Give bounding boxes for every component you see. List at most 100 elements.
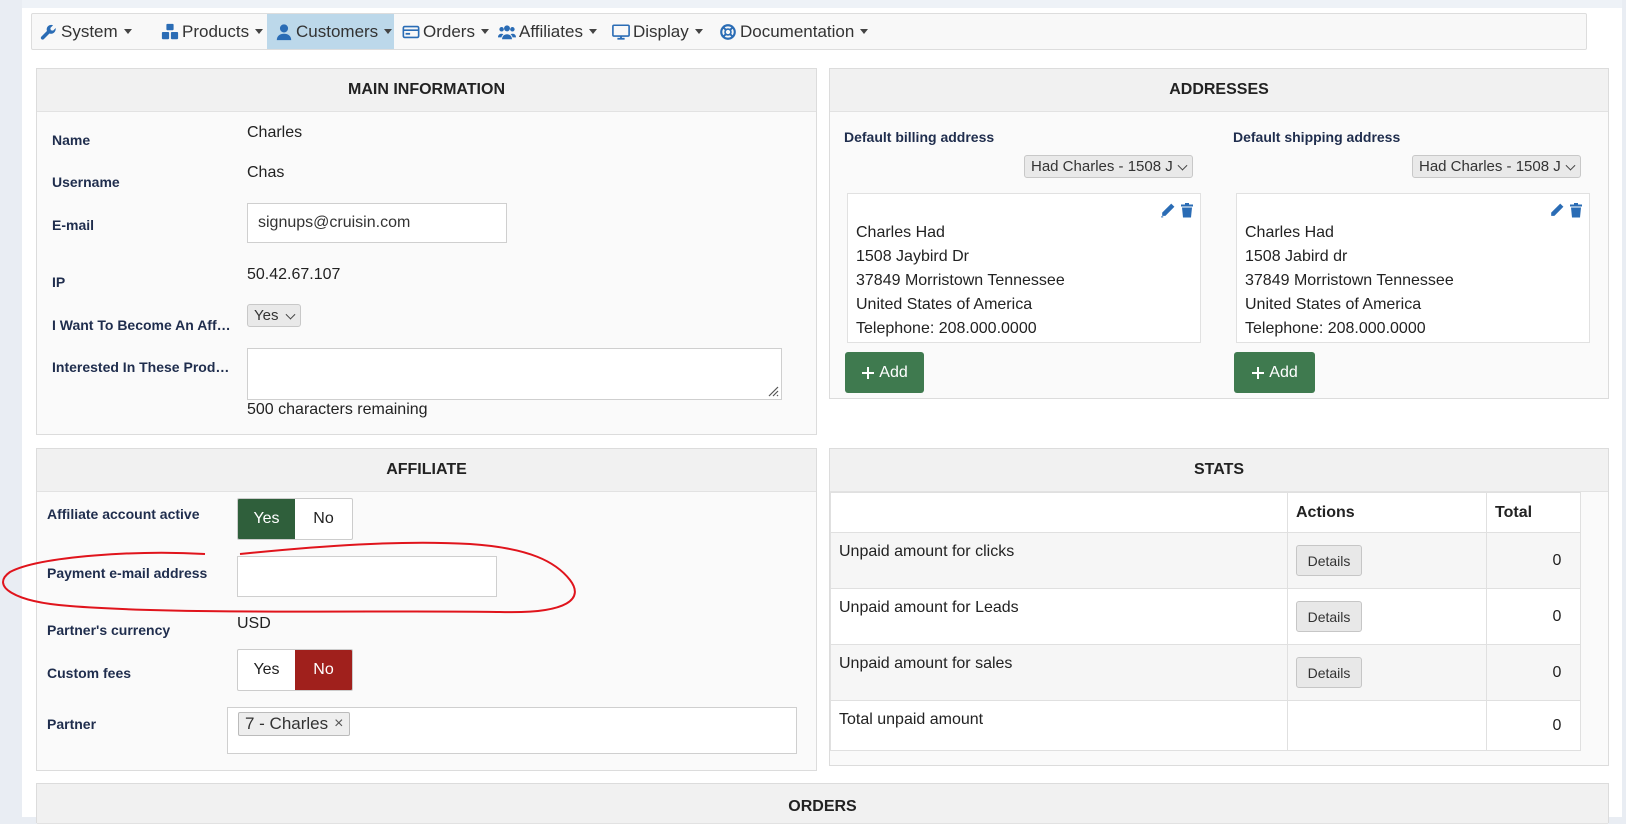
credit-card-icon bbox=[402, 25, 420, 39]
stats-row-label-text: Unpaid amount for sales bbox=[839, 655, 1013, 672]
stats-row-label: Unpaid amount for sales bbox=[830, 644, 1288, 701]
affiliate-active-no[interactable]: No bbox=[295, 499, 352, 539]
partner-currency-value: USD bbox=[237, 615, 271, 632]
shipping-address-card: Charles Had 1508 Jabird dr 37849 Morrist… bbox=[1236, 193, 1590, 343]
orders-title: ORDERS bbox=[37, 784, 1608, 824]
billing-address-select[interactable]: Had Charles - 1508 J bbox=[1024, 155, 1193, 178]
add-billing-address-button[interactable]: Add bbox=[845, 352, 924, 393]
details-button[interactable]: Details bbox=[1296, 657, 1362, 688]
stats-header-row: Actions Total bbox=[830, 492, 1581, 533]
plus-icon bbox=[1252, 366, 1265, 379]
tag-remove-icon[interactable]: × bbox=[334, 715, 343, 733]
chevron-down-icon bbox=[480, 29, 489, 34]
chevron-down-icon bbox=[255, 29, 264, 34]
nav-customers[interactable]: Customers bbox=[267, 14, 394, 49]
stats-row-label-text: Unpaid amount for Leads bbox=[839, 599, 1019, 616]
add-shipping-label: Add bbox=[1269, 363, 1298, 381]
chevron-down-icon bbox=[694, 29, 703, 34]
nav-affiliates-label: Affiliates bbox=[519, 21, 583, 41]
affiliate-active-yes[interactable]: Yes bbox=[238, 499, 295, 539]
affiliate-active-label: Affiliate account active bbox=[47, 506, 200, 522]
nav-display-label: Display bbox=[633, 21, 689, 41]
stats-row-label-text: Unpaid amount for clicks bbox=[839, 543, 1015, 560]
custom-fees-yes[interactable]: Yes bbox=[238, 650, 295, 690]
become-affiliate-value: Yes bbox=[254, 307, 279, 324]
ip-value: 50.42.67.107 bbox=[247, 266, 341, 283]
partner-label: Partner bbox=[47, 716, 97, 732]
nav-system[interactable]: System bbox=[32, 14, 153, 49]
billing-line-3: 37849 Morristown Tennessee bbox=[856, 272, 1065, 289]
billing-address-select-value: Had Charles - 1508 J bbox=[1031, 158, 1173, 175]
stats-table: Actions Total Unpaid amount for clicks D… bbox=[830, 492, 1581, 751]
chevron-down-icon bbox=[588, 29, 597, 34]
trash-icon[interactable] bbox=[1179, 202, 1195, 219]
stats-row-total: 0 bbox=[1486, 588, 1581, 645]
resize-handle-icon[interactable] bbox=[767, 385, 779, 397]
username-value: Chas bbox=[247, 164, 285, 181]
trash-icon[interactable] bbox=[1568, 202, 1584, 219]
nav-customers-label: Customers bbox=[296, 21, 379, 41]
wrench-icon bbox=[40, 24, 56, 40]
stats-row-action-cell: Details bbox=[1287, 532, 1487, 589]
chevron-down-icon bbox=[285, 309, 296, 320]
orders-panel: ORDERS bbox=[36, 783, 1609, 824]
partner-currency-label: Partner's currency bbox=[47, 622, 171, 638]
user-icon bbox=[276, 24, 292, 41]
edit-icon[interactable] bbox=[1159, 202, 1176, 219]
custom-fees-no[interactable]: No bbox=[295, 650, 352, 690]
addresses-title: ADDRESSES bbox=[830, 69, 1608, 112]
affiliate-active-toggle: Yes No bbox=[237, 498, 353, 540]
chevron-down-icon bbox=[1177, 160, 1188, 171]
email-label: E-mail bbox=[52, 217, 95, 233]
chevron-down-icon bbox=[860, 29, 869, 34]
stats-panel: STATS Actions Total Unpaid amount for cl… bbox=[829, 448, 1609, 766]
life-ring-icon bbox=[720, 24, 736, 40]
shipping-address-select-value: Had Charles - 1508 J bbox=[1419, 158, 1561, 175]
main-navbar: System Products Customers Orders Affilia… bbox=[31, 13, 1587, 50]
stats-row-label: Unpaid amount for Leads bbox=[830, 588, 1288, 645]
billing-line-5: Telephone: 208.000.0000 bbox=[856, 320, 1037, 337]
nav-orders[interactable]: Orders bbox=[394, 14, 493, 49]
interested-products-textarea[interactable] bbox=[247, 348, 782, 400]
billing-address-label: Default billing address bbox=[844, 129, 995, 145]
table-row: Unpaid amount for sales Details 0 bbox=[830, 644, 1581, 701]
shipping-line-1: Charles Had bbox=[1245, 224, 1334, 241]
stats-row-action-cell: Details bbox=[1287, 588, 1487, 645]
billing-line-4: United States of America bbox=[856, 296, 1033, 313]
users-icon bbox=[498, 25, 516, 40]
edit-icon[interactable] bbox=[1548, 202, 1565, 219]
plus-icon bbox=[862, 366, 875, 379]
billing-line-1: Charles Had bbox=[856, 224, 945, 241]
stats-row-total: 0 bbox=[1486, 532, 1581, 589]
stats-title: STATS bbox=[830, 449, 1608, 492]
shipping-address-select[interactable]: Had Charles - 1508 J bbox=[1412, 155, 1581, 178]
main-information-title: MAIN INFORMATION bbox=[37, 69, 816, 112]
nav-products[interactable]: Products bbox=[153, 14, 267, 49]
details-button[interactable]: Details bbox=[1296, 601, 1362, 632]
chevron-down-icon bbox=[384, 29, 393, 34]
partner-select[interactable]: 7 - Charles × bbox=[227, 707, 797, 754]
details-button[interactable]: Details bbox=[1296, 545, 1362, 576]
add-shipping-address-button[interactable]: Add bbox=[1234, 352, 1315, 393]
nav-system-label: System bbox=[61, 21, 118, 41]
nav-documentation[interactable]: Documentation bbox=[711, 14, 869, 49]
shipping-line-3: 37849 Morristown Tennessee bbox=[1245, 272, 1454, 289]
stats-col-total: Total bbox=[1486, 492, 1581, 533]
table-row: Unpaid amount for clicks Details 0 bbox=[830, 532, 1581, 589]
stats-row-action-cell bbox=[1287, 700, 1487, 751]
nav-display[interactable]: Display bbox=[607, 14, 711, 49]
email-field-value: signups@cruisin.com bbox=[258, 214, 411, 231]
email-field[interactable]: signups@cruisin.com bbox=[247, 203, 507, 243]
become-affiliate-select[interactable]: Yes bbox=[247, 304, 301, 327]
nav-orders-label: Orders bbox=[423, 21, 475, 41]
nav-affiliates[interactable]: Affiliates bbox=[493, 14, 607, 49]
add-billing-label: Add bbox=[879, 363, 908, 381]
username-label: Username bbox=[52, 174, 120, 190]
desktop-icon bbox=[612, 24, 630, 40]
custom-fees-label: Custom fees bbox=[47, 665, 132, 681]
payment-email-field[interactable] bbox=[237, 556, 497, 597]
cubes-icon bbox=[161, 23, 179, 40]
table-row: Unpaid amount for Leads Details 0 bbox=[830, 588, 1581, 645]
stats-row-total: 0 bbox=[1486, 700, 1581, 751]
nav-products-label: Products bbox=[182, 21, 250, 41]
